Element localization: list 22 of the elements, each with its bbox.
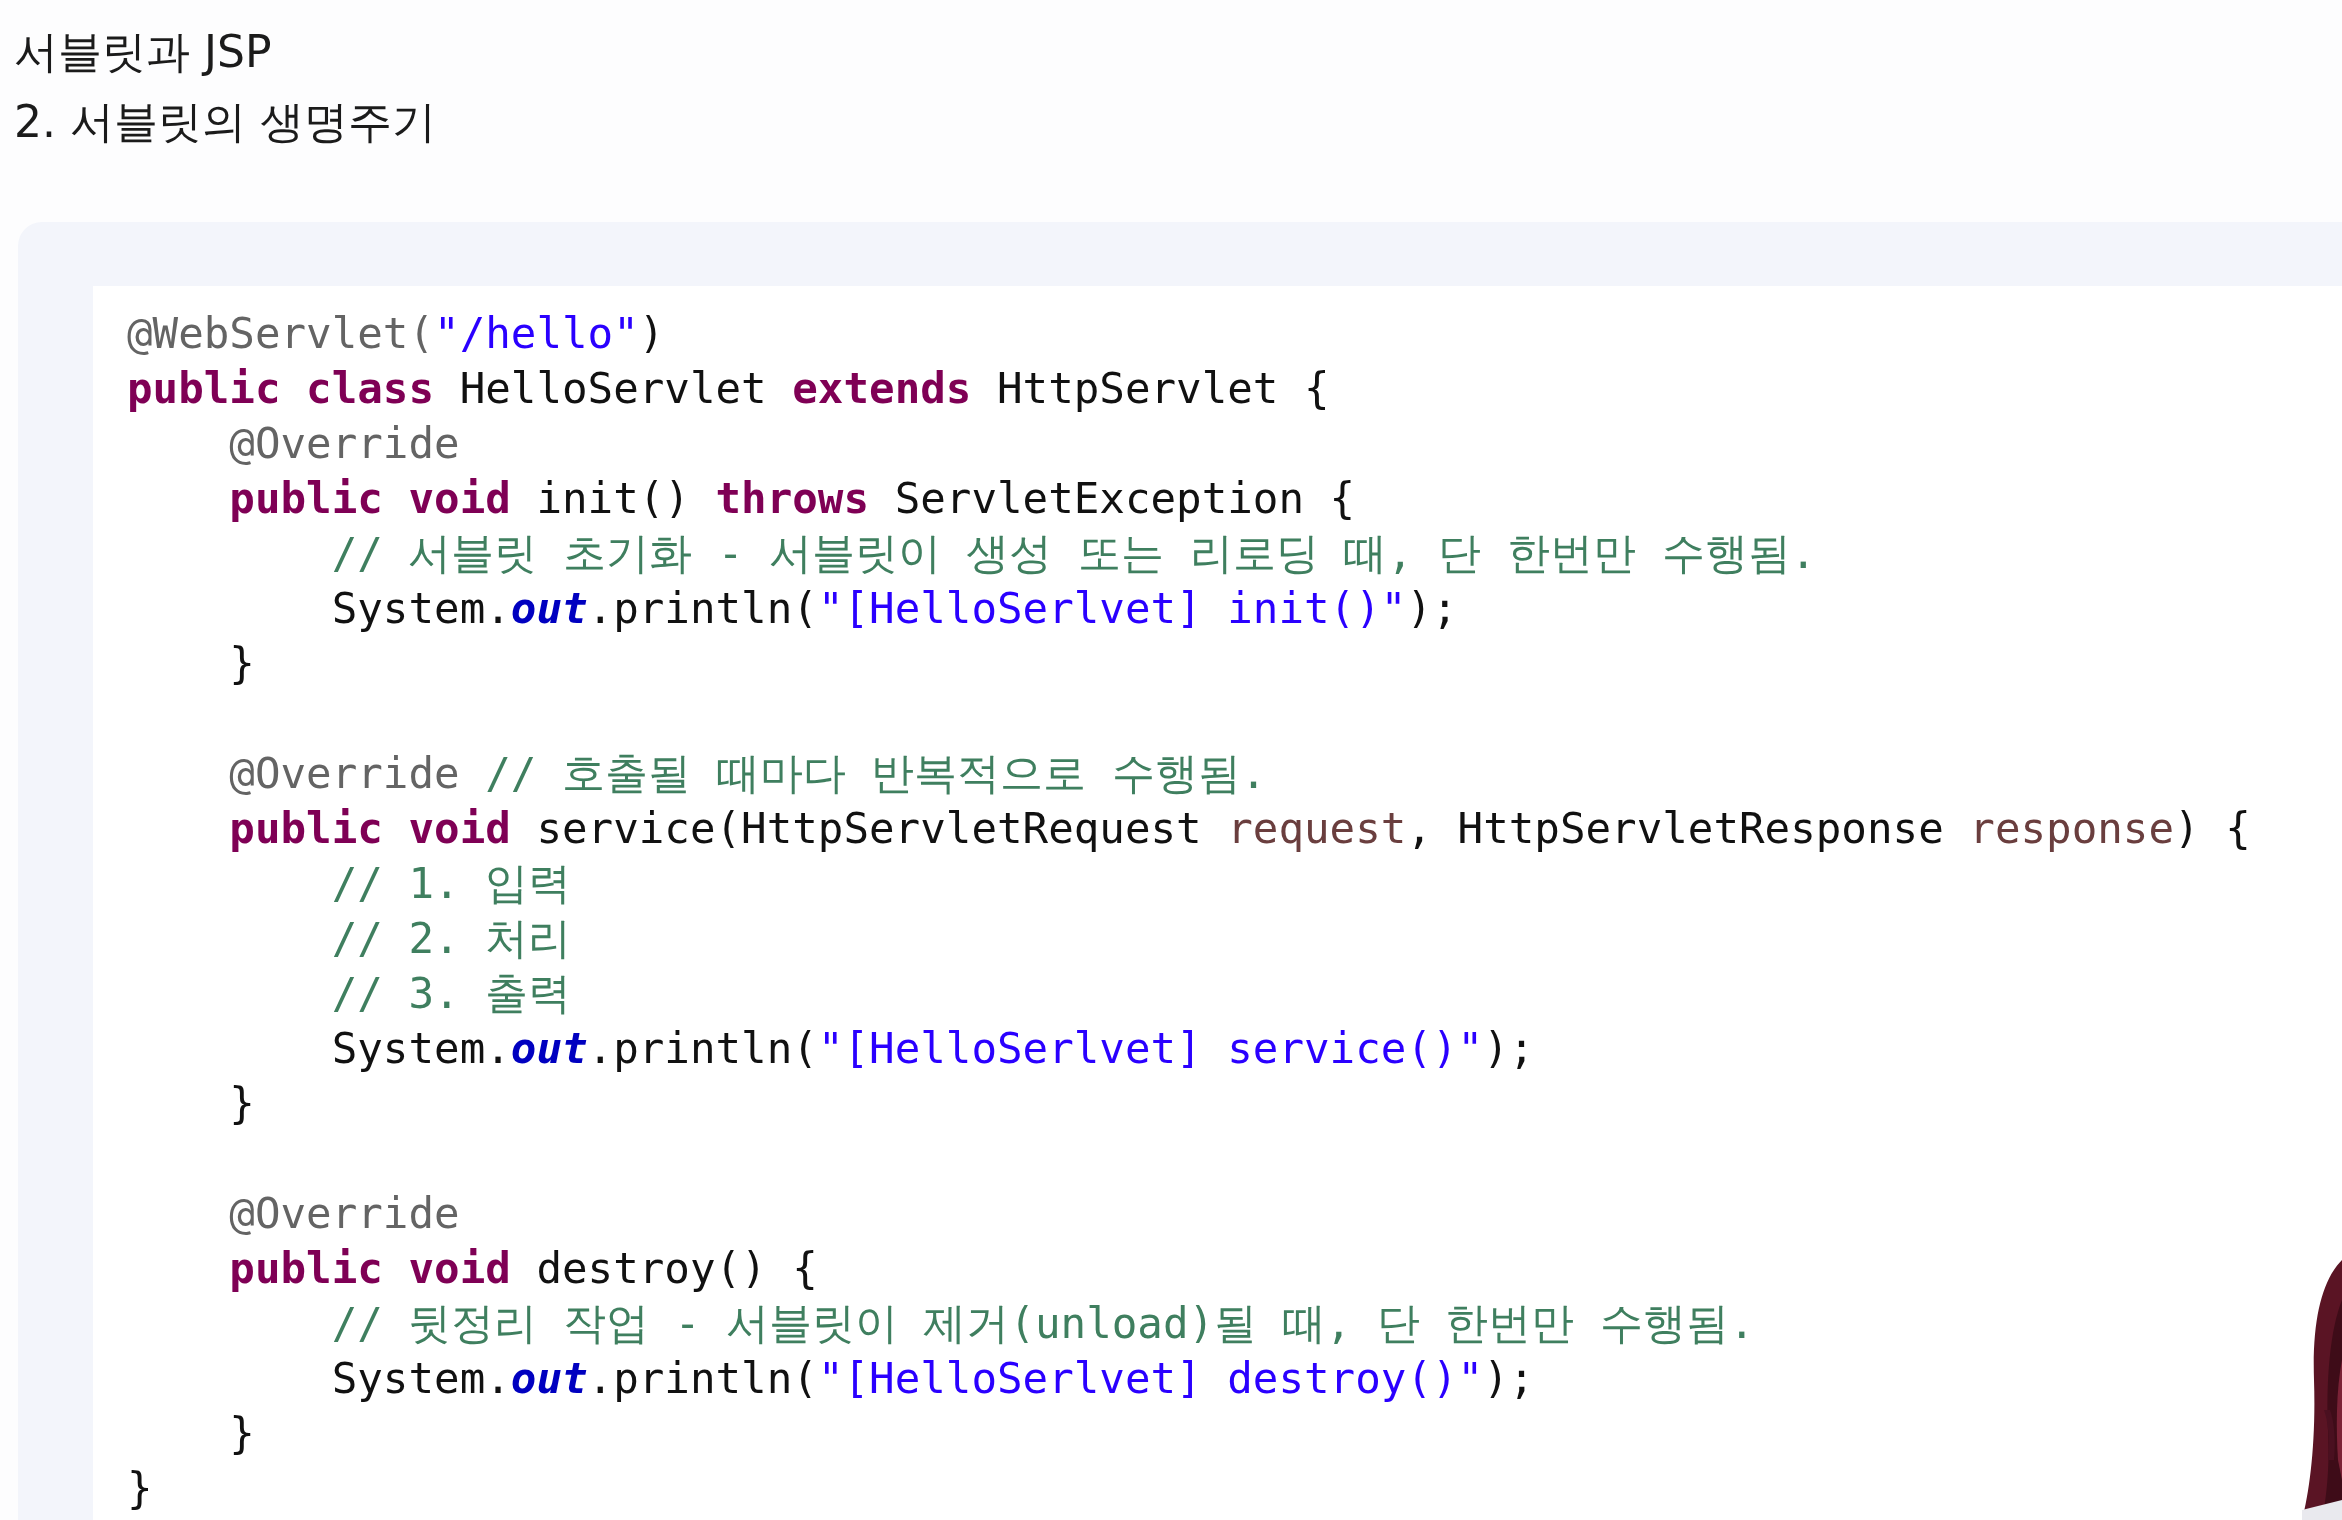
code-line: } (228, 638, 256, 690)
code-line: @Override (228, 418, 461, 470)
code-line: @Override // 호출될 때마다 반복적으로 수행됨. (228, 748, 1268, 800)
code-line: System.out.println("[HelloSerlvet] init()"); (330, 583, 1459, 635)
code-line: // 1. 입력 (330, 858, 573, 910)
code-line: @Override (228, 1188, 461, 1240)
code-line: // 3. 출력 (330, 968, 573, 1020)
code-line: System.out.println("[HelloSerlvet] destroy()"); (330, 1353, 1536, 1405)
code-line: } (228, 1408, 256, 1460)
slide-title: 서블릿과 JSP (14, 25, 273, 79)
code-line: @WebServlet("/hello") (127, 308, 666, 360)
code-line: public class HelloServlet extends HttpServlet { (127, 363, 1331, 415)
slide-title: 2. 서블릿의 생명주기 (14, 95, 437, 149)
code-line: public void init() throws ServletException { (228, 473, 1357, 525)
code-line: public void destroy() { (228, 1243, 819, 1295)
code-line: // 2. 처리 (330, 913, 573, 965)
code-line: // 서블릿 초기화 - 서블릿이 생성 또는 리로딩 때, 단 한번만 수행됨. (330, 528, 1818, 580)
code-line: public void service(HttpServletRequest request, HttpServletResponse response) { (228, 803, 2252, 855)
code-line: // 뒷정리 작업 - 서블릿이 제거(unload)될 때, 단 한번만 수행됨. (330, 1298, 1756, 1350)
code-line: } (127, 1463, 154, 1515)
code-line: System.out.println("[HelloSerlvet] service()"); (330, 1023, 1536, 1075)
code-line: } (228, 1078, 256, 1130)
